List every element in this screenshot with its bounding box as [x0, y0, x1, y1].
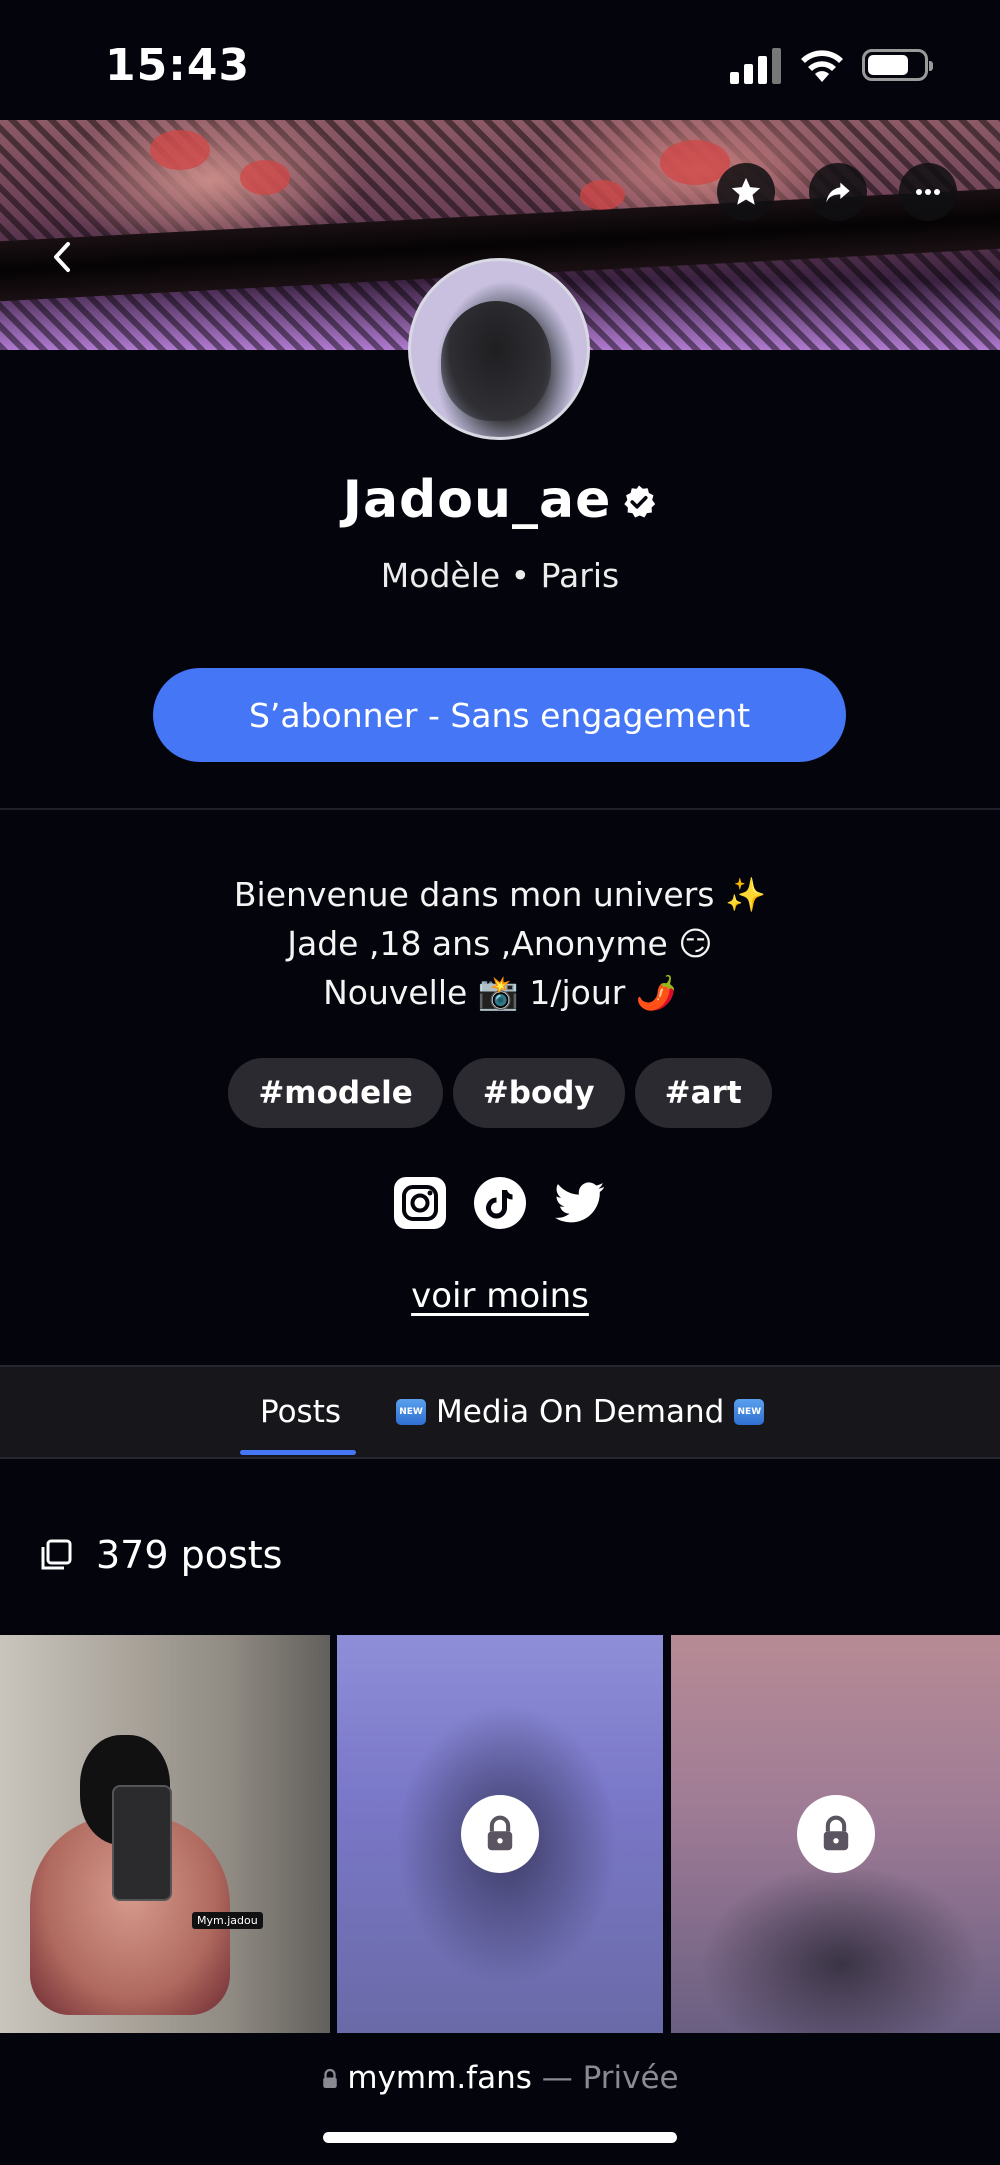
- social-links: [0, 1177, 1000, 1229]
- home-indicator: [323, 2132, 677, 2143]
- post-thumbnail-locked[interactable]: [671, 1635, 1000, 2033]
- watermark-label: Mym.jadou: [192, 1912, 263, 1929]
- bio-line: Jade ,18 ans ,Anonyme 😏: [287, 924, 713, 963]
- profile-name-row: Jadou_ae: [0, 470, 1000, 533]
- padlock-icon: [323, 2068, 338, 2088]
- url-separator: —: [531, 2060, 583, 2096]
- ellipsis-icon: [916, 189, 940, 195]
- tag-art[interactable]: #art: [634, 1058, 772, 1128]
- address-bar[interactable]: mymm.fans — Privée: [0, 2060, 1000, 2096]
- star-icon: [731, 177, 761, 205]
- posts-count: 379 posts: [96, 1533, 283, 1577]
- verified-badge-icon: [621, 473, 657, 533]
- lock-icon: [796, 1795, 875, 1873]
- tab-media-on-demand[interactable]: NEW Media On Demand NEW: [384, 1367, 774, 1457]
- tab-posts[interactable]: Posts: [260, 1367, 341, 1457]
- instagram-icon[interactable]: [394, 1177, 446, 1229]
- post-thumbnail[interactable]: Mym.jadou: [0, 1635, 330, 2033]
- tag-body[interactable]: #body: [452, 1058, 625, 1128]
- status-time: 15:43: [105, 40, 251, 91]
- new-badge-icon: NEW: [396, 1399, 426, 1425]
- browser-bottom-bar: [0, 2033, 1000, 2165]
- avatar[interactable]: [408, 258, 590, 440]
- back-button[interactable]: [40, 235, 84, 279]
- more-options-button[interactable]: [899, 163, 957, 221]
- url-text: mymm.fans: [347, 2060, 532, 2096]
- voir-moins-link[interactable]: voir moins: [0, 1276, 1000, 1316]
- tags-list: #modele #body #art: [0, 1058, 1000, 1128]
- subscribe-button[interactable]: S’abonner - Sans engagement: [153, 668, 846, 762]
- chevron-left-icon: [54, 242, 70, 272]
- posts-count-row: 379 posts: [40, 1530, 282, 1580]
- tab-media-on-demand-label: Media On Demand: [436, 1394, 725, 1430]
- profile-subtitle: Modèle • Paris: [380, 556, 620, 595]
- copy-icon: [41, 1539, 72, 1570]
- tab-bar: Posts NEW Media On Demand NEW: [0, 1365, 1000, 1459]
- battery-icon: [862, 49, 933, 81]
- new-badge-icon: NEW: [734, 1399, 765, 1425]
- share-arrow-icon: [826, 182, 850, 203]
- twitter-icon[interactable]: [554, 1177, 606, 1229]
- bio: Bienvenue dans mon univers ✨ Jade ,18 an…: [0, 870, 1000, 1017]
- wifi-icon: [800, 46, 844, 84]
- tab-posts-label: Posts: [260, 1394, 342, 1430]
- tag-modele[interactable]: #modele: [228, 1058, 443, 1128]
- private-mode-label: Privée: [582, 2060, 679, 2096]
- active-tab-indicator: [240, 1450, 356, 1455]
- lock-icon: [461, 1795, 539, 1873]
- post-thumbnail-locked[interactable]: [337, 1635, 663, 2033]
- cellular-signal-icon: [730, 48, 782, 84]
- bio-line: Bienvenue dans mon univers ✨: [233, 875, 767, 914]
- posts-grid: Mym.jadou: [0, 1635, 1000, 2033]
- favorite-button[interactable]: [717, 163, 775, 221]
- tiktok-icon[interactable]: [474, 1177, 526, 1229]
- divider: [0, 808, 1000, 810]
- bio-line: Nouvelle 📸 1/jour 🌶️: [323, 973, 677, 1012]
- share-button[interactable]: [809, 163, 867, 221]
- profile-name: Jadou_ae: [342, 470, 612, 530]
